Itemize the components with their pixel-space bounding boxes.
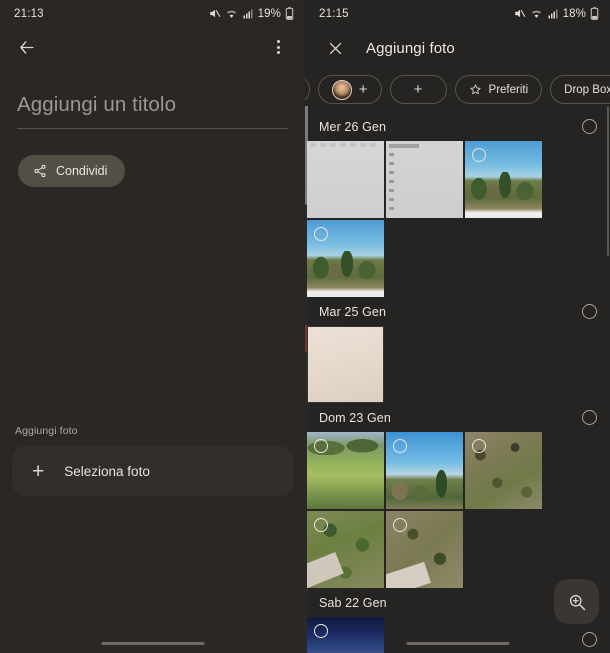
battery-icon bbox=[590, 7, 599, 20]
status-bar-right: 21:15 18% bbox=[305, 0, 610, 27]
chip-label: Preferiti bbox=[488, 83, 529, 96]
photo-thumbnail[interactable] bbox=[465, 432, 542, 509]
group-select-checkbox[interactable] bbox=[582, 119, 597, 134]
plus-icon: + bbox=[358, 81, 368, 98]
share-row: Condividi bbox=[0, 129, 305, 187]
chip-empty[interactable]: + bbox=[389, 75, 447, 104]
title-area: Aggiungi un titolo bbox=[0, 67, 305, 129]
chip-label: Drop Box bbox=[564, 83, 610, 96]
photo-select-checkbox[interactable] bbox=[472, 439, 486, 453]
date-header-row: Dom 23 Gen bbox=[305, 403, 610, 432]
share-icon bbox=[34, 164, 46, 178]
status-indicators: 19% bbox=[208, 7, 294, 20]
photo-select-checkbox[interactable] bbox=[393, 439, 407, 453]
photo-select-checkbox[interactable] bbox=[314, 624, 328, 638]
wifi-icon bbox=[226, 10, 236, 18]
battery-percent: 18% bbox=[562, 7, 586, 20]
share-button[interactable]: Condividi bbox=[18, 155, 126, 187]
photo-thumbnail[interactable] bbox=[386, 141, 463, 218]
add-photo-section: Aggiungi foto + Seleziona foto bbox=[0, 425, 305, 496]
date-label: Mer 26 Gen bbox=[319, 119, 387, 134]
photo-thumbnail[interactable] bbox=[307, 326, 384, 403]
zoom-in-icon bbox=[569, 594, 585, 610]
photo-group: Mar 25 Gen bbox=[305, 297, 610, 403]
battery-icon bbox=[285, 7, 294, 20]
more-vert-icon bbox=[276, 40, 280, 54]
photo-thumbnail[interactable] bbox=[307, 432, 384, 509]
home-indicator-right[interactable] bbox=[406, 641, 509, 645]
status-indicators: 18% bbox=[513, 7, 599, 20]
filter-chip-row[interactable]: + + + Preferiti Drop Box bbox=[305, 69, 610, 112]
photo-select-checkbox[interactable] bbox=[393, 518, 407, 532]
star-icon bbox=[469, 84, 481, 95]
photo-group: Mer 26 Gen bbox=[305, 112, 610, 297]
right-panel-photo-picker: 21:15 18% Aggiungi foto + + Preferiti Dr… bbox=[305, 0, 610, 653]
photo-select-checkbox[interactable] bbox=[472, 148, 486, 162]
share-button-label: Condividi bbox=[56, 164, 108, 178]
arrow-back-icon bbox=[19, 40, 34, 54]
dual-panel-screenshot: 21:13 19% Aggiungi un titolo Condividi A… bbox=[0, 0, 610, 653]
photo-thumbnail[interactable] bbox=[307, 617, 384, 653]
group-select-checkbox-bottom[interactable] bbox=[582, 632, 597, 647]
date-header-row: Mar 25 Gen bbox=[305, 297, 610, 326]
date-label: Mar 25 Gen bbox=[319, 304, 387, 319]
signal-icon bbox=[243, 9, 253, 18]
date-header-row: Mer 26 Gen bbox=[305, 112, 610, 141]
photo-grid bbox=[305, 141, 610, 297]
back-button[interactable] bbox=[13, 34, 39, 60]
photo-thumbnail[interactable] bbox=[307, 511, 384, 588]
status-time: 21:15 bbox=[319, 7, 349, 20]
date-label: Sab 22 Gen bbox=[319, 595, 387, 610]
signal-icon bbox=[548, 9, 558, 18]
add-photo-section-label: Aggiungi foto bbox=[15, 425, 78, 437]
photo-select-checkbox[interactable] bbox=[314, 227, 328, 241]
mute-icon bbox=[514, 9, 526, 18]
page-title: Aggiungi foto bbox=[366, 39, 455, 57]
close-icon bbox=[329, 42, 341, 54]
app-bar-right: Aggiungi foto bbox=[305, 27, 610, 69]
status-bar-left: 21:13 19% bbox=[0, 0, 305, 27]
mute-icon bbox=[209, 9, 221, 18]
wifi-icon bbox=[531, 10, 541, 18]
overflow-menu-button[interactable] bbox=[265, 34, 291, 60]
app-bar-left bbox=[0, 27, 305, 67]
select-photo-button[interactable]: + Seleziona foto bbox=[12, 446, 293, 496]
plus-icon: + bbox=[32, 459, 45, 483]
album-title-input[interactable]: Aggiungi un titolo bbox=[17, 93, 288, 129]
chip-preferiti[interactable]: Preferiti bbox=[454, 75, 543, 104]
photo-grid bbox=[305, 326, 610, 403]
group-select-checkbox[interactable] bbox=[582, 304, 597, 319]
home-indicator-left[interactable] bbox=[101, 641, 204, 645]
photo-thumbnail[interactable] bbox=[386, 511, 463, 588]
photo-thumbnail[interactable] bbox=[307, 220, 384, 297]
battery-percent: 19% bbox=[257, 7, 281, 20]
chip-person[interactable]: + bbox=[317, 75, 382, 104]
avatar bbox=[331, 79, 352, 100]
photo-groups-list: Mer 26 Gen Mar 25 Gen Dom 23 Gen Sab 22 Gen… bbox=[305, 112, 610, 653]
plus-icon: + bbox=[413, 81, 423, 98]
group-select-checkbox[interactable] bbox=[582, 410, 597, 425]
chip-partial[interactable]: + bbox=[305, 75, 310, 104]
photo-thumbnail[interactable] bbox=[465, 141, 542, 218]
left-panel-create-album: 21:13 19% Aggiungi un titolo Condividi A… bbox=[0, 0, 305, 653]
photo-select-checkbox[interactable] bbox=[314, 439, 328, 453]
select-photo-label: Seleziona foto bbox=[64, 463, 150, 479]
chip-dropbox[interactable]: Drop Box bbox=[550, 75, 610, 104]
photo-select-checkbox[interactable] bbox=[314, 518, 328, 532]
photo-thumbnail[interactable] bbox=[307, 141, 384, 218]
scrollbar-thumb[interactable] bbox=[606, 106, 609, 256]
date-label: Dom 23 Gen bbox=[319, 410, 391, 425]
status-time: 21:13 bbox=[14, 7, 44, 20]
zoom-fab-button[interactable] bbox=[554, 579, 599, 624]
photo-group: Dom 23 Gen bbox=[305, 403, 610, 588]
close-button[interactable] bbox=[322, 35, 348, 61]
photo-grid bbox=[305, 432, 610, 588]
photo-thumbnail[interactable] bbox=[386, 432, 463, 509]
